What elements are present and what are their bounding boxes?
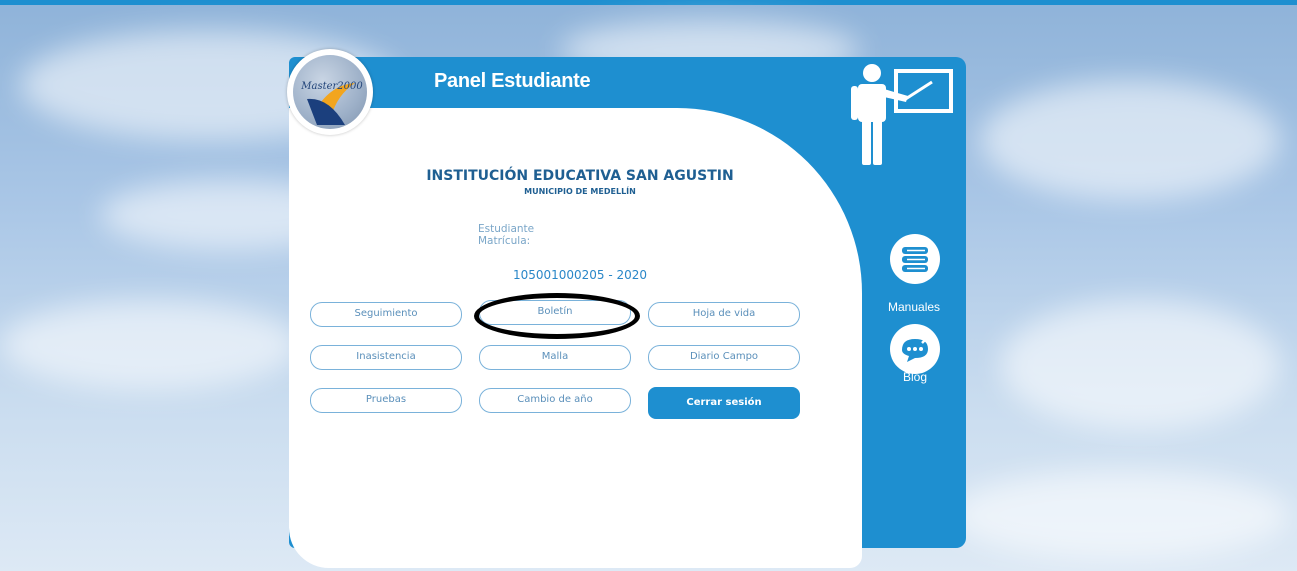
pruebas-button[interactable]: Pruebas <box>310 388 462 413</box>
hoja-de-vida-button[interactable]: Hoja de vida <box>648 302 800 327</box>
inasistencia-button[interactable]: Inasistencia <box>310 345 462 370</box>
seguimiento-button[interactable]: Seguimiento <box>310 302 462 327</box>
diario-campo-button[interactable]: Diario Campo <box>648 345 800 370</box>
logo-emblem: Master2000 <box>293 55 367 129</box>
page-title: Panel Estudiante <box>434 70 591 92</box>
matricula-label: Matrícula: <box>478 235 531 247</box>
top-accent-bar <box>0 0 1297 5</box>
malla-button[interactable]: Malla <box>479 345 631 370</box>
background-cloud <box>0 300 300 390</box>
matricula-value: 105001000205 - 2020 <box>512 268 648 282</box>
books-icon[interactable] <box>890 234 940 284</box>
institution-name: INSTITUCIÓN EDUCATIVA SAN AGUSTIN <box>426 168 734 184</box>
highlight-ellipse-annotation <box>474 293 640 339</box>
chat-bubble-icon[interactable] <box>890 324 940 374</box>
background-cloud <box>980 80 1280 200</box>
municipality-name: MUNICIPIO DE MEDELLÍN <box>524 187 636 196</box>
cambio-de-anio-button[interactable]: Cambio de año <box>479 388 631 413</box>
cerrar-sesion-button[interactable]: Cerrar sesión <box>648 387 800 419</box>
student-label: Estudiante <box>478 223 535 235</box>
master2000-logo[interactable]: Master2000 <box>287 49 373 135</box>
logo-text: Master2000 <box>301 81 363 92</box>
manuales-link[interactable]: Manuales <box>888 300 940 314</box>
background-cloud <box>1000 300 1280 430</box>
background-cloud <box>950 470 1290 560</box>
blog-link[interactable]: Blog <box>903 370 927 384</box>
teacher-board-icon <box>846 62 956 174</box>
